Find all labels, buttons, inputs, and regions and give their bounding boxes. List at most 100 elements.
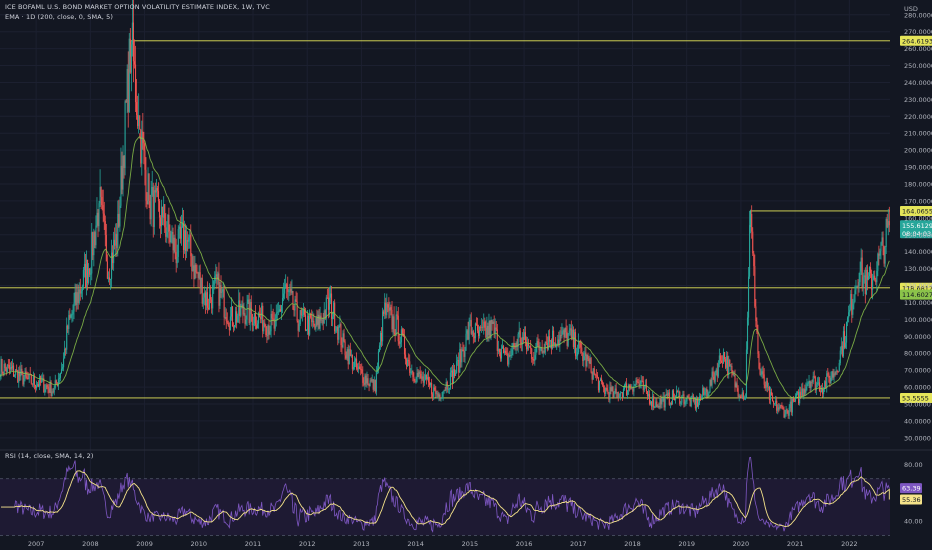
candle-body [721, 362, 724, 364]
candle-body [745, 349, 748, 398]
candle-body [575, 355, 578, 357]
candle-body [529, 345, 531, 347]
candle-body [463, 351, 465, 357]
candle-body [876, 270, 878, 283]
candle-body [743, 398, 745, 400]
candle-body [174, 237, 176, 253]
candle-body [678, 391, 680, 393]
candle-body [289, 289, 291, 292]
candle-body [92, 232, 94, 256]
candle-body [528, 344, 530, 346]
candle-body [742, 392, 744, 400]
candle-body [679, 391, 681, 404]
candle-body [604, 387, 606, 394]
candle-body [783, 409, 785, 418]
candle-body [246, 303, 248, 320]
candle-body [614, 388, 616, 392]
candle-body [211, 299, 213, 309]
candle-body [534, 355, 536, 361]
candle-body [617, 392, 619, 398]
candle-body [846, 321, 848, 343]
candle-body [140, 129, 142, 164]
candle-body [583, 356, 585, 361]
price-tick-label: 170.0000 [904, 197, 932, 205]
time-tick-label: 2009 [136, 540, 153, 548]
candle-body [499, 352, 501, 359]
price-candles [0, 0, 890, 420]
candle-body [291, 291, 293, 293]
candle-body [560, 335, 562, 336]
candle-body [150, 194, 152, 220]
candle-body [880, 242, 882, 251]
candle-body [779, 405, 781, 409]
candle-body [128, 38, 130, 112]
candle-body [341, 345, 343, 348]
candle-body [789, 401, 791, 408]
candle-body [24, 371, 26, 379]
candle-body [884, 247, 886, 264]
candle-body [390, 307, 392, 310]
candle-body [374, 379, 376, 392]
candle-body [827, 373, 829, 375]
candle-body [580, 342, 582, 348]
candle-body [518, 330, 520, 335]
candle-body [182, 223, 185, 251]
candle-body [300, 310, 302, 316]
candle-body [16, 369, 18, 371]
candle-body [750, 213, 752, 226]
candle-body [178, 226, 180, 230]
candle-body [631, 388, 633, 390]
candle-body [530, 345, 532, 349]
candle-body [588, 359, 590, 364]
candle-body [59, 373, 62, 378]
candle-body [778, 407, 780, 409]
chart-canvas[interactable]: 264.6193164.0655118.681753.5555155.61290… [0, 0, 932, 550]
candle-body [188, 237, 190, 242]
candle-body [227, 322, 229, 326]
candle-body [476, 324, 479, 331]
candle-body [264, 322, 266, 327]
candle-body [360, 369, 362, 370]
candle-body [91, 232, 93, 274]
candle-body [255, 325, 258, 329]
candle-body [511, 349, 513, 356]
grid-lines [0, 0, 932, 534]
candle-body [261, 305, 263, 320]
candle-body [615, 388, 617, 394]
candle-body [379, 332, 382, 346]
rsi-tick-label: 80.00 [904, 461, 923, 469]
candle-body [513, 343, 515, 347]
candle-body [369, 380, 371, 387]
candle-body [437, 393, 439, 397]
candle-body [835, 370, 837, 375]
candle-body [690, 395, 692, 407]
candle-body [121, 165, 123, 190]
candle-body [99, 187, 101, 204]
candle-body [223, 289, 225, 318]
candle-body [166, 232, 168, 237]
candle-body [347, 349, 349, 365]
candle-body [444, 389, 446, 391]
candle-body [791, 398, 793, 413]
candle-body [372, 379, 374, 390]
candle-body [653, 396, 655, 408]
candle-body [509, 355, 511, 356]
candle-body [836, 370, 838, 372]
candle-body [489, 320, 491, 338]
candle-body [68, 315, 70, 329]
candle-body [826, 373, 828, 389]
candle-body [569, 328, 571, 331]
candle-body [205, 292, 207, 306]
candle-body [609, 387, 611, 400]
candle-body [287, 288, 289, 292]
candle-body [192, 265, 194, 271]
time-tick-label: 2021 [787, 540, 804, 548]
candle-body [853, 301, 855, 305]
candle-body [788, 407, 790, 416]
candle-body [147, 173, 149, 205]
candle-body [254, 312, 256, 326]
candle-body [162, 206, 164, 218]
candle-body [841, 345, 843, 357]
candle-body [40, 376, 42, 383]
candle-body [98, 203, 100, 227]
